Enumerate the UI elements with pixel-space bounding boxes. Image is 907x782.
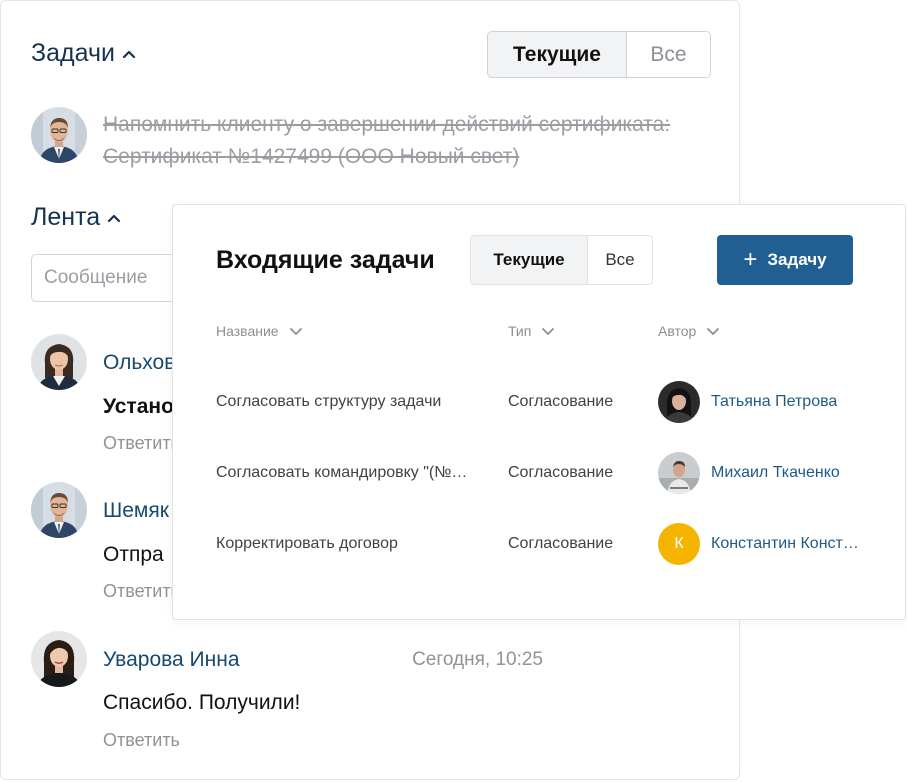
avatar-initial: К bbox=[658, 523, 700, 565]
add-task-button[interactable]: + Задачу bbox=[717, 235, 853, 285]
feed-author-link[interactable]: Уварова Инна bbox=[103, 648, 240, 672]
avatar bbox=[31, 482, 87, 538]
incoming-tasks-panel: Входящие задачи Текущие Все + Задачу Наз… bbox=[172, 204, 906, 620]
filter-current-button[interactable]: Текущие bbox=[488, 32, 627, 77]
task-author-cell[interactable]: К Константин Конст… bbox=[658, 523, 859, 565]
message-input[interactable] bbox=[32, 255, 190, 301]
task-item-text[interactable]: Напомнить клиенту о завершении действий … bbox=[103, 109, 713, 173]
avatar bbox=[658, 381, 700, 423]
task-type-cell: Согласование bbox=[508, 464, 614, 481]
chevron-up-icon[interactable] bbox=[121, 48, 137, 60]
reply-link[interactable]: Ответить bbox=[103, 581, 180, 602]
task-name-cell[interactable]: Корректировать договор bbox=[216, 535, 478, 553]
column-header-label: Название bbox=[216, 323, 279, 339]
column-header-label: Тип bbox=[508, 323, 532, 339]
task-type-cell: Согласование bbox=[508, 535, 614, 552]
reply-link[interactable]: Ответить bbox=[103, 433, 180, 454]
tasks-section-header[interactable]: Задачи bbox=[31, 39, 137, 68]
tasks-title: Задачи bbox=[31, 39, 115, 67]
message-input-wrap bbox=[31, 254, 191, 302]
task-type-cell: Согласование bbox=[508, 393, 614, 410]
avatar bbox=[658, 452, 700, 494]
chevron-up-icon[interactable] bbox=[106, 212, 122, 224]
incoming-filter-toggle: Текущие Все bbox=[470, 235, 653, 285]
feed-author-link[interactable]: Шемяк bbox=[103, 499, 169, 523]
avatar bbox=[31, 631, 87, 687]
feed-title: Лента bbox=[31, 203, 101, 231]
task-name-cell[interactable]: Согласовать командировку "(№… bbox=[216, 464, 478, 482]
task-author-cell[interactable]: Михаил Ткаченко bbox=[658, 452, 840, 494]
tasks-filter-toggle: Текущие Все bbox=[487, 31, 711, 78]
feed-message-text: Спасибо. Получили! bbox=[103, 691, 301, 714]
column-header-type[interactable]: Тип bbox=[508, 323, 555, 339]
column-header-author[interactable]: Автор bbox=[658, 323, 720, 339]
chevron-down-icon bbox=[541, 327, 555, 336]
author-link[interactable]: Михаил Ткаченко bbox=[711, 464, 840, 482]
feed-message-text: Отпра bbox=[103, 543, 164, 566]
chevron-down-icon bbox=[289, 327, 303, 336]
task-name-cell[interactable]: Согласовать структуру задачи bbox=[216, 393, 478, 411]
add-task-label: Задачу bbox=[767, 250, 827, 269]
avatar bbox=[31, 107, 87, 163]
column-header-label: Автор bbox=[658, 323, 697, 339]
feed-timestamp: Сегодня, 10:25 bbox=[412, 649, 543, 670]
panel-title: Входящие задачи bbox=[216, 246, 435, 274]
feed-section-header[interactable]: Лента bbox=[31, 203, 122, 232]
plus-icon: + bbox=[743, 246, 758, 273]
chevron-down-icon bbox=[706, 327, 720, 336]
author-link[interactable]: Константин Конст… bbox=[711, 535, 859, 553]
column-header-name[interactable]: Название bbox=[216, 323, 303, 339]
filter-all-button[interactable]: Все bbox=[588, 236, 652, 284]
filter-current-button[interactable]: Текущие bbox=[471, 236, 588, 284]
reply-link[interactable]: Ответить bbox=[103, 730, 180, 751]
feed-message-text: Устано bbox=[103, 395, 174, 418]
task-author-cell[interactable]: Татьяна Петрова bbox=[658, 381, 837, 423]
filter-all-button[interactable]: Все bbox=[627, 32, 710, 77]
author-link[interactable]: Татьяна Петрова bbox=[711, 393, 837, 411]
avatar bbox=[31, 334, 87, 390]
feed-author-link[interactable]: Ольхов bbox=[103, 351, 175, 375]
